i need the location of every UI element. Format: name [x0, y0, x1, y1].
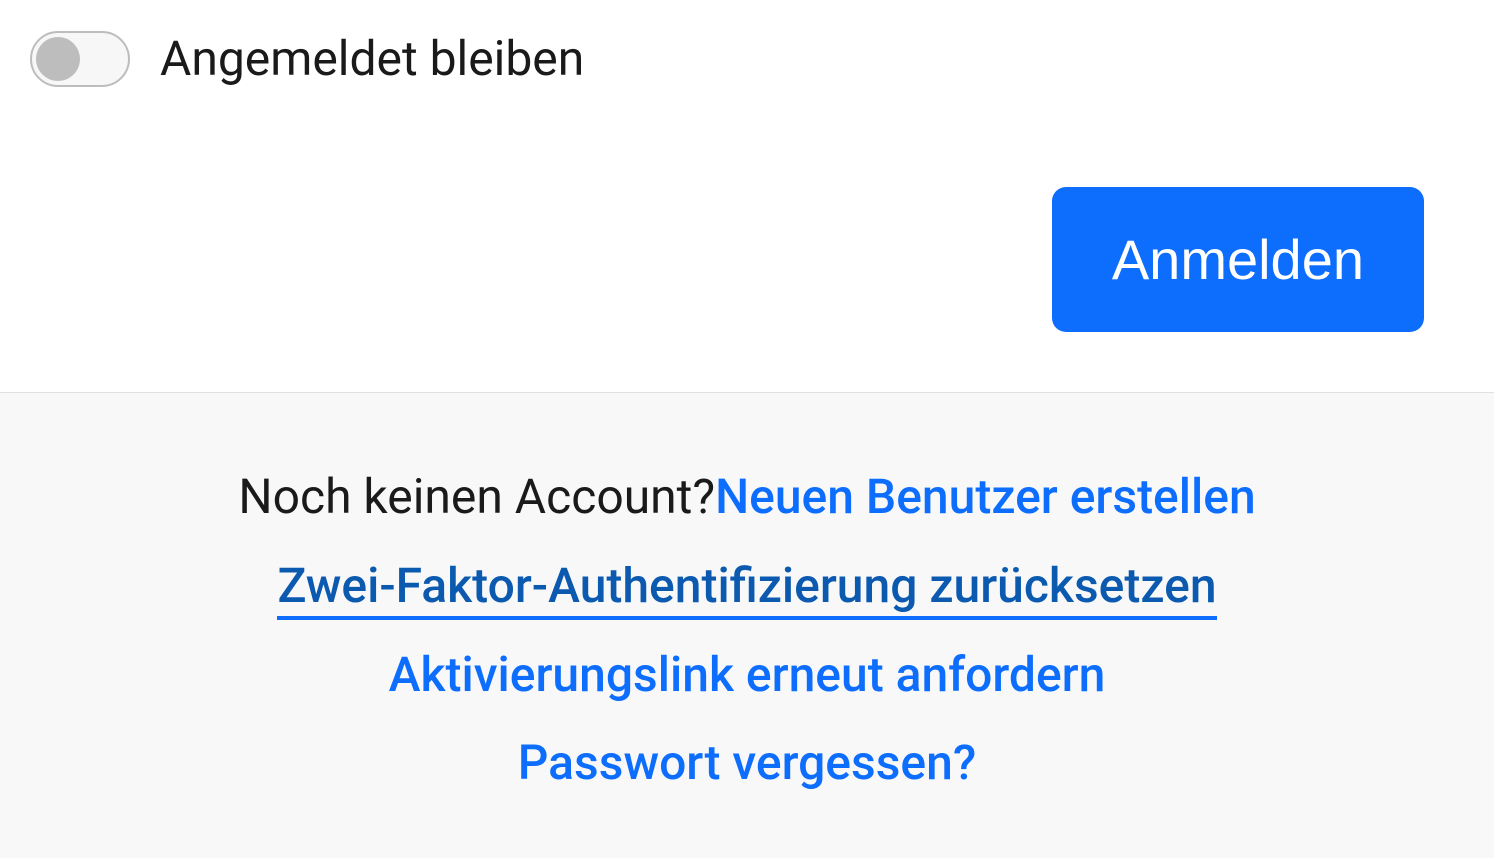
forgot-password-link[interactable]: Passwort vergessen?: [518, 734, 976, 791]
stay-logged-in-label: Angemeldet bleiben: [160, 30, 584, 87]
reset-2fa-line: Zwei-Faktor-Authentifizierung zurücksetz…: [30, 542, 1464, 631]
stay-logged-in-row: Angemeldet bleiben: [30, 30, 1464, 87]
login-button[interactable]: Anmelden: [1052, 187, 1424, 332]
resend-activation-line: Aktivierungslink erneut anfordern: [30, 631, 1464, 720]
create-account-line: Noch keinen Account?Neuen Benutzer erste…: [30, 453, 1464, 542]
reset-2fa-link[interactable]: Zwei-Faktor-Authentifizierung zurücksetz…: [277, 557, 1216, 620]
footer-links-section: Noch keinen Account?Neuen Benutzer erste…: [0, 392, 1494, 858]
submit-row: Anmelden: [30, 187, 1464, 332]
resend-activation-link[interactable]: Aktivierungslink erneut anfordern: [389, 646, 1106, 703]
create-user-link[interactable]: Neuen Benutzer erstellen: [715, 468, 1256, 525]
stay-logged-in-toggle[interactable]: [30, 31, 130, 87]
no-account-text: Noch keinen Account?: [238, 468, 715, 525]
toggle-knob-icon: [36, 37, 80, 81]
forgot-password-line: Passwort vergessen?: [30, 719, 1464, 808]
login-form-section: Angemeldet bleiben Anmelden: [0, 0, 1494, 392]
